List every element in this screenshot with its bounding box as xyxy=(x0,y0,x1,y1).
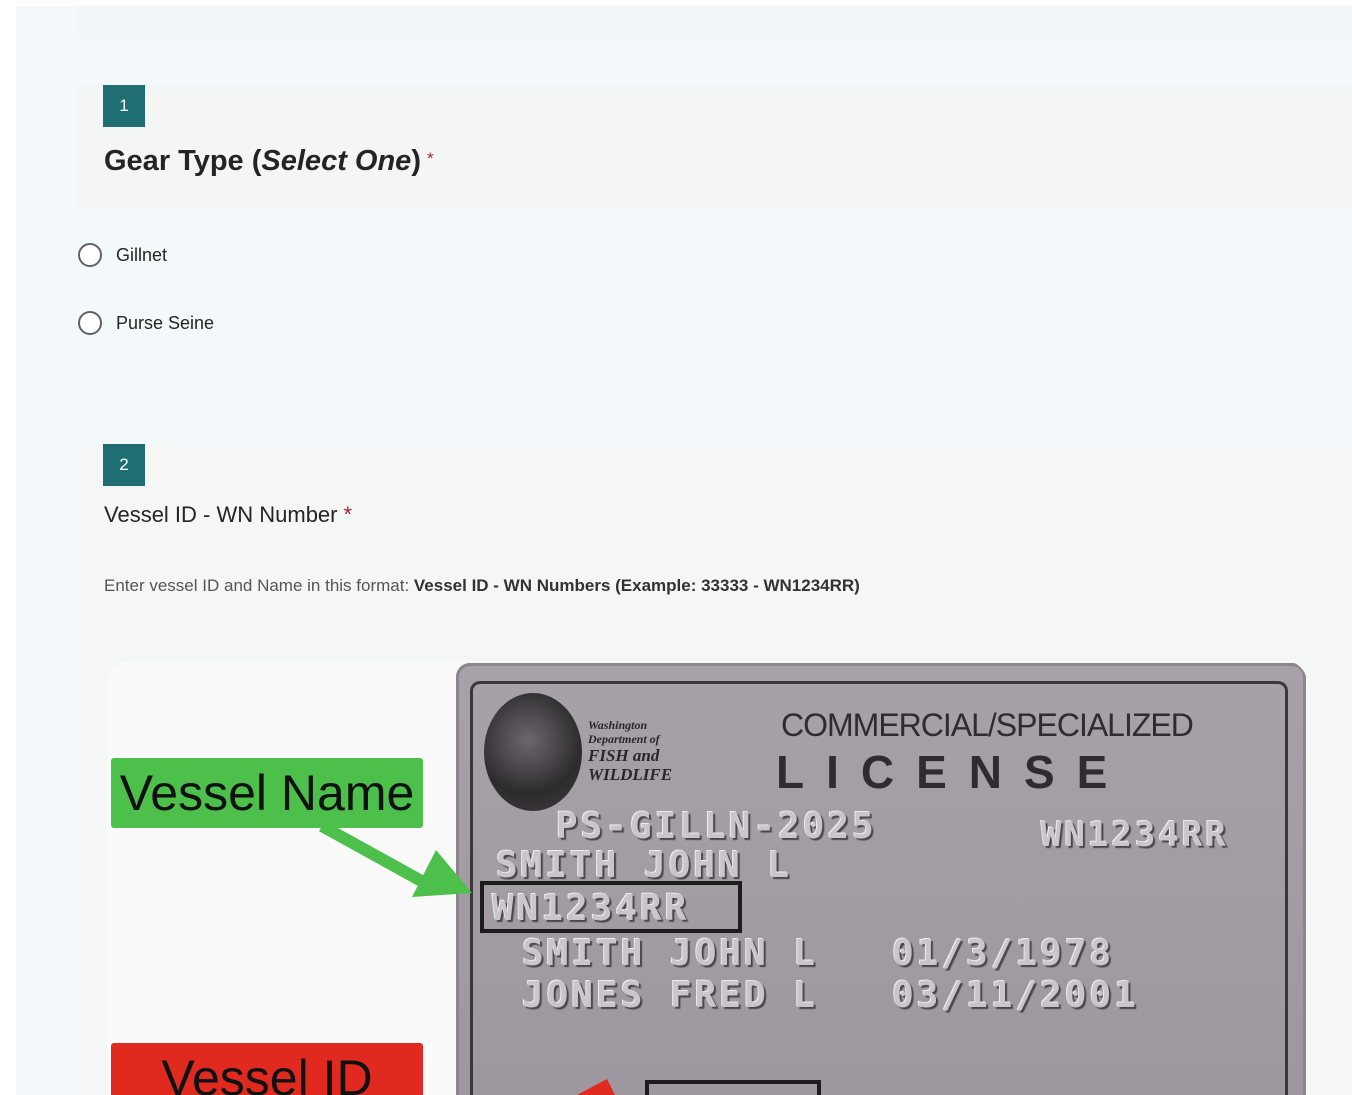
vessel-name-arrow-head xyxy=(412,850,472,897)
question-description: Enter vessel ID and Name in this format:… xyxy=(104,576,860,596)
required-asterisk: * xyxy=(426,149,434,168)
question-title-prefix: Gear Type ( xyxy=(104,145,262,177)
vessel-name-callout: Vessel Name xyxy=(111,758,423,828)
question-title-suffix: ) xyxy=(411,145,421,177)
radio-gillnet[interactable] xyxy=(78,243,102,267)
question-title: Vessel ID - WN Number * xyxy=(104,502,352,528)
description-format-example: Vessel ID - WN Numbers (Example: 33333 -… xyxy=(413,576,860,595)
vessel-id-arrow-head xyxy=(577,1079,615,1095)
option-gillnet[interactable]: Gillnet xyxy=(78,240,167,270)
description-text: Enter vessel ID and Name in this format: xyxy=(104,576,414,595)
question-number-badge: 2 xyxy=(103,444,145,486)
question-title-text: Vessel ID - WN Number xyxy=(104,502,338,527)
question-number-badge: 1 xyxy=(103,85,145,127)
radio-purse-seine[interactable] xyxy=(78,311,102,335)
form-header-strip xyxy=(76,6,1352,38)
callout-arrows xyxy=(319,820,615,1095)
required-asterisk: * xyxy=(343,502,353,527)
option-label-gillnet[interactable]: Gillnet xyxy=(116,245,167,266)
question-title: Gear Type (Select One) * xyxy=(104,145,434,178)
license-illustration: Washington Department of FISH and WILDLI… xyxy=(107,661,1307,1095)
option-purse-seine[interactable]: Purse Seine xyxy=(78,308,214,338)
question-gear-type: 1 Gear Type (Select One) * xyxy=(76,85,1352,209)
option-label-purse-seine[interactable]: Purse Seine xyxy=(116,313,214,334)
vessel-id-callout: Vessel ID xyxy=(111,1043,423,1095)
question-title-emphasis: Select One xyxy=(261,145,412,177)
vessel-name-arrow-shaft xyxy=(319,820,428,889)
